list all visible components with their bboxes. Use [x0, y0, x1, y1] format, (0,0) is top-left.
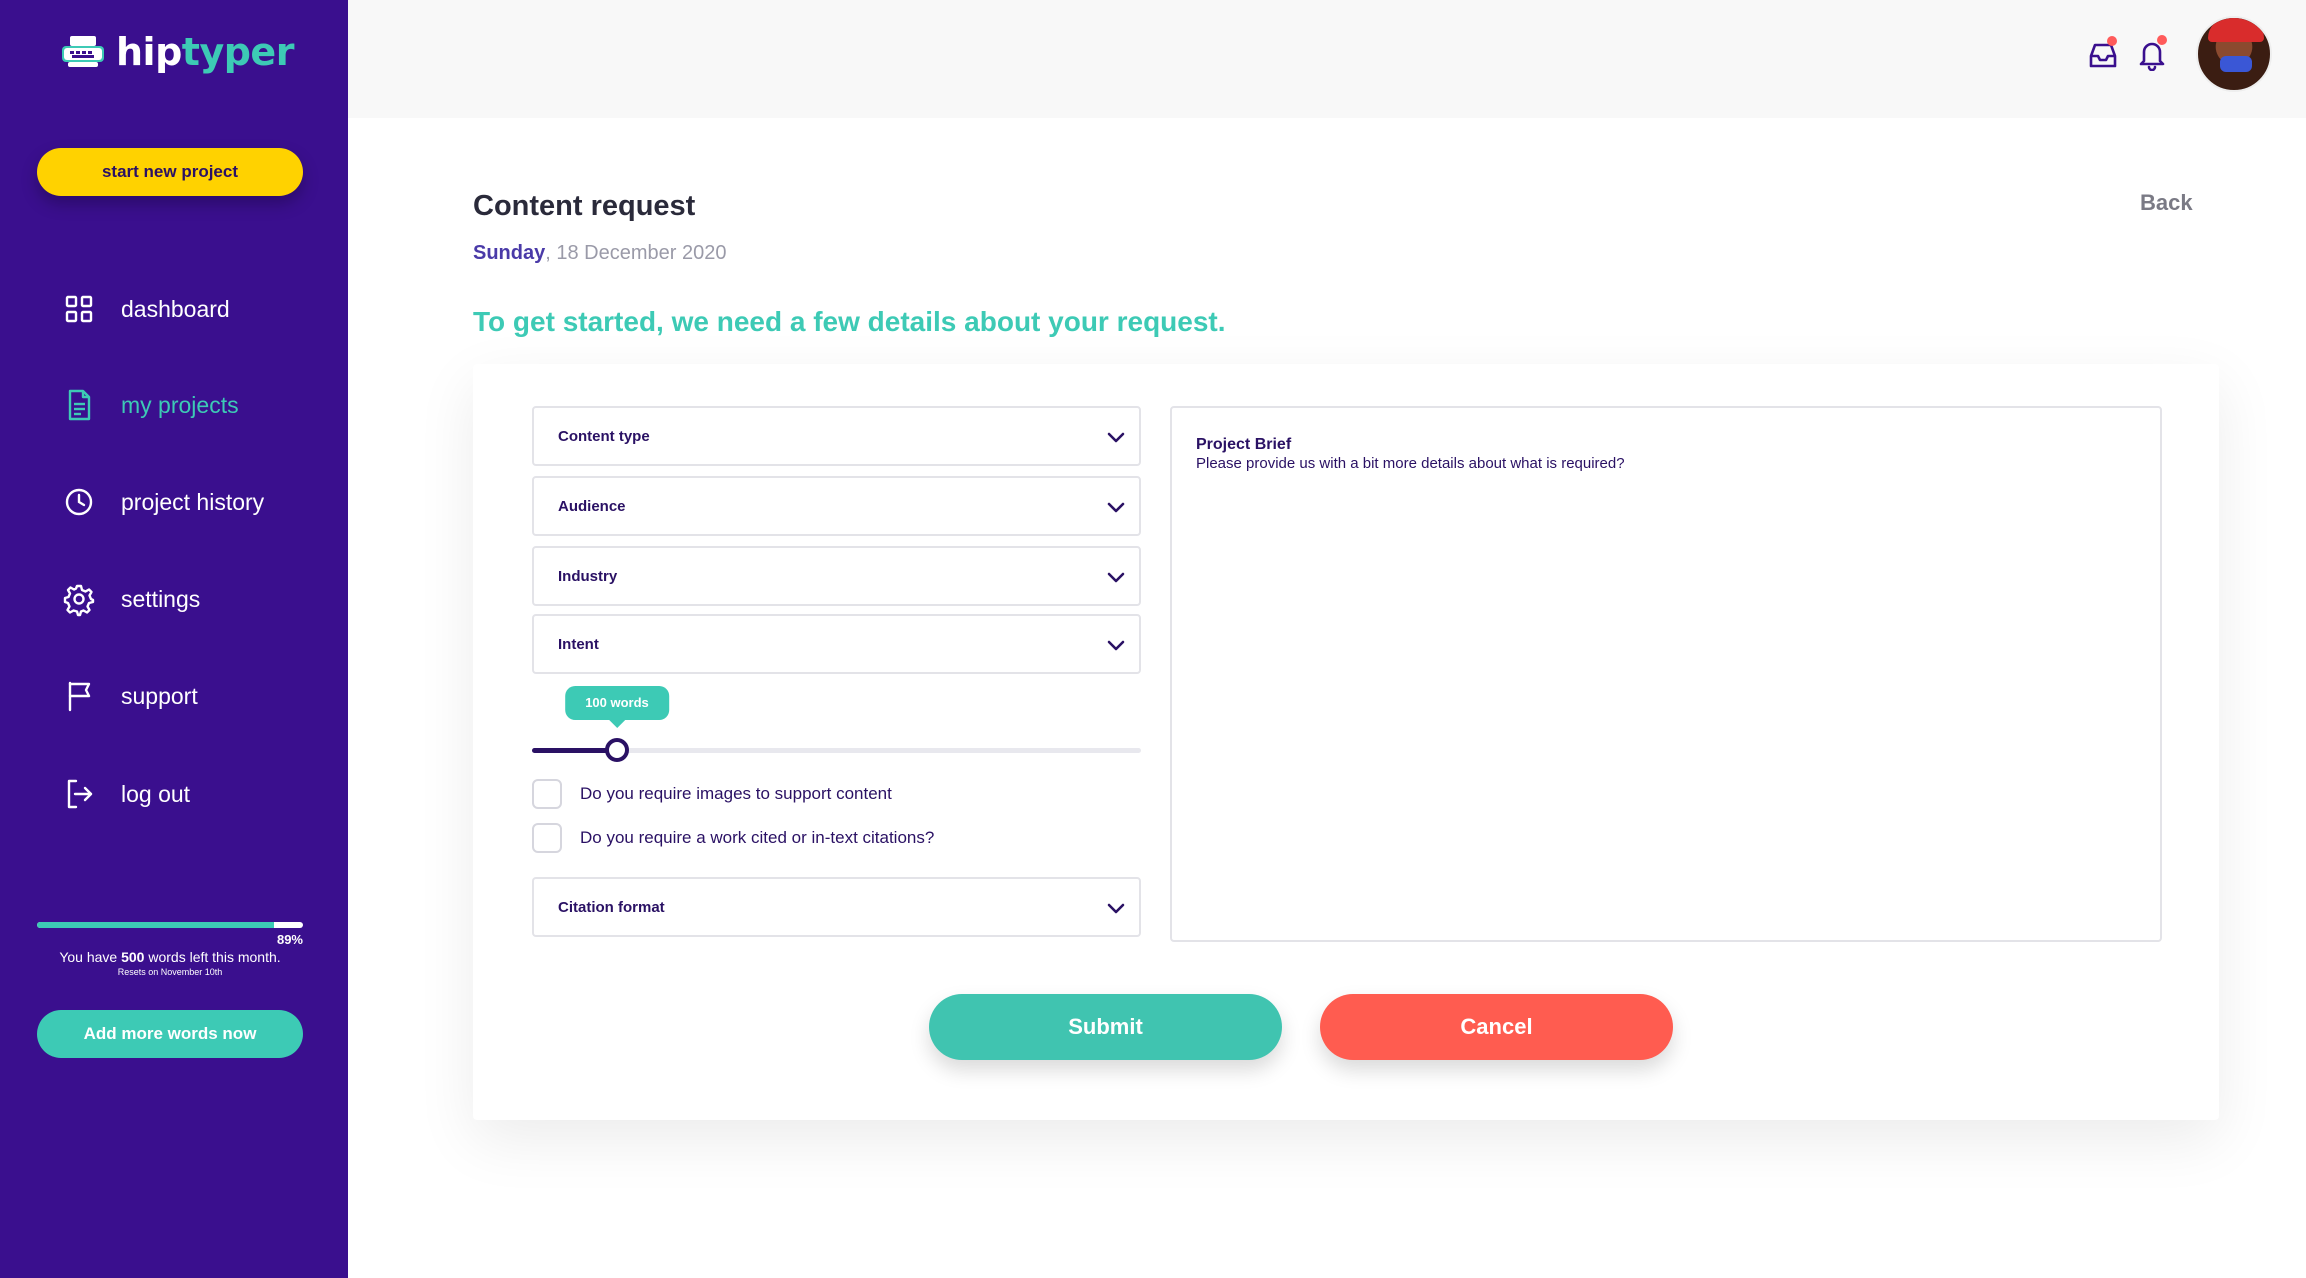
word-usage: 89% You have 500 words left this month. … [37, 922, 303, 977]
usage-percent: 89% [276, 932, 303, 947]
user-avatar[interactable] [2196, 16, 2272, 92]
sidebar-item-project-history[interactable]: project history [60, 483, 264, 521]
start-new-project-button[interactable]: start new project [37, 148, 303, 196]
usage-progress-fill [37, 922, 274, 928]
clock-icon [65, 488, 93, 516]
chevron-down-icon [1107, 502, 1125, 513]
page-date: Sunday, 18 December 2020 [473, 242, 727, 264]
document-icon [68, 389, 91, 421]
images-checkbox-row[interactable]: Do you require images to support content [532, 779, 892, 809]
sidebar-item-label: dashboard [121, 295, 230, 322]
industry-select[interactable]: Industry [532, 546, 1141, 606]
bell-notification-dot [2157, 35, 2167, 45]
inbox-notification-dot [2107, 36, 2117, 46]
top-bar [348, 0, 2306, 118]
images-checkbox-label: Do you require images to support content [580, 784, 892, 803]
gear-icon [63, 584, 95, 617]
usage-progress-bar [37, 922, 303, 928]
word-count-tooltip: 100 words [565, 686, 669, 728]
add-more-words-button[interactable]: Add more words now [37, 1010, 303, 1058]
words-left-text: You have 500 words left this month. [59, 949, 281, 965]
typewriter-icon [62, 36, 104, 67]
sidebar-item-dashboard[interactable]: dashboard [60, 290, 230, 328]
sidebar-item-my-projects[interactable]: my projects [60, 386, 239, 424]
chevron-down-icon [1107, 640, 1125, 651]
avatar-mask [2220, 56, 2252, 72]
content-type-select[interactable]: Content type [532, 406, 1141, 466]
sidebar: hiptyper start new project dashboard my … [0, 0, 348, 1278]
citations-checkbox[interactable] [532, 823, 562, 853]
audience-select[interactable]: Audience [532, 476, 1141, 536]
logout-icon [67, 779, 93, 809]
resets-text: Resets on November 10th [117, 967, 223, 977]
slider-thumb[interactable] [605, 738, 629, 762]
chevron-down-icon [1107, 572, 1125, 583]
back-link[interactable]: Back [2140, 190, 2193, 216]
chevron-down-icon [1107, 903, 1125, 914]
avatar-cap [2208, 18, 2264, 42]
logo[interactable]: hiptyper [60, 30, 294, 74]
sidebar-item-label: support [121, 682, 198, 709]
words-left-count: 500 [121, 949, 145, 965]
project-brief-placeholder: Please provide us with a bit more detail… [1196, 455, 1625, 472]
page-title: Content request [473, 190, 696, 222]
project-brief-textarea[interactable]: Project Brief Please provide us with a b… [1170, 406, 2162, 942]
citations-checkbox-row[interactable]: Do you require a work cited or in-text c… [532, 823, 934, 853]
flag-icon [68, 681, 91, 712]
citations-checkbox-label: Do you require a work cited or in-text c… [580, 828, 935, 847]
sidebar-item-label: log out [121, 780, 191, 807]
word-count-slider[interactable]: 100 words [532, 686, 1141, 762]
project-brief-title: Project Brief [1196, 436, 1292, 453]
sidebar-item-log-out[interactable]: log out [60, 775, 190, 813]
sidebar-item-label: my projects [121, 391, 239, 418]
submit-button[interactable]: Submit [929, 994, 1282, 1060]
intro-heading: To get started, we need a few details ab… [473, 306, 1226, 337]
sidebar-item-settings[interactable]: settings [60, 580, 200, 618]
citation-format-select[interactable]: Citation format [532, 877, 1141, 937]
grid-icon [65, 295, 93, 323]
cancel-button[interactable]: Cancel [1320, 994, 1673, 1060]
intent-select[interactable]: Intent [532, 614, 1141, 674]
sidebar-item-label: project history [121, 488, 265, 515]
images-checkbox[interactable] [532, 779, 562, 809]
sidebar-item-support[interactable]: support [60, 677, 198, 715]
chevron-down-icon [1107, 432, 1125, 443]
sidebar-item-label: settings [121, 585, 201, 612]
logo-text: hiptyper [116, 30, 294, 74]
